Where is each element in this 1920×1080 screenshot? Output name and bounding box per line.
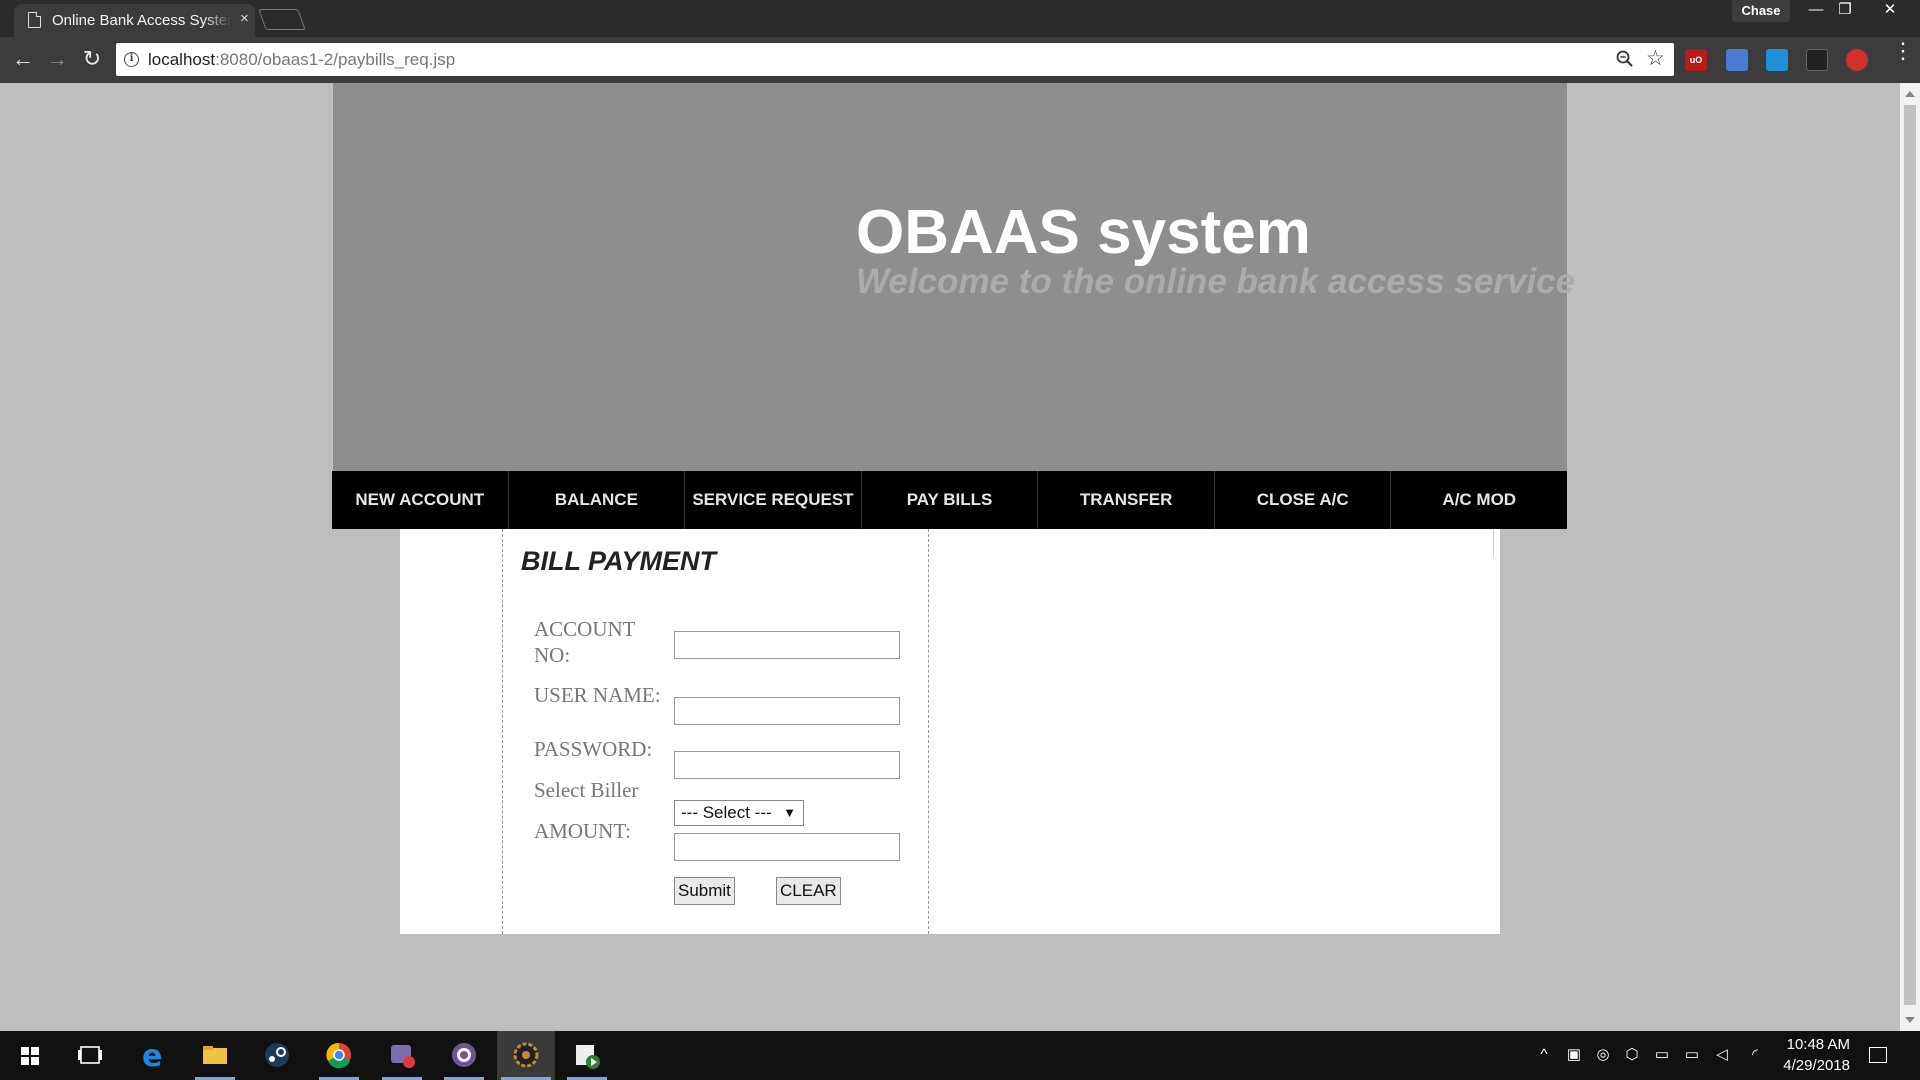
- file-explorer-icon[interactable]: [191, 1031, 239, 1080]
- password-input[interactable]: [674, 751, 900, 779]
- page-scrollbar[interactable]: [1900, 83, 1920, 1031]
- restore-icon[interactable]: ❐: [1828, 0, 1862, 22]
- profile-button[interactable]: Chase: [1732, 0, 1790, 22]
- show-hidden-icons-icon[interactable]: ^: [1534, 1045, 1554, 1065]
- nav-new-account[interactable]: NEW ACCOUNT: [332, 471, 509, 529]
- amount-input[interactable]: [674, 833, 900, 861]
- dropdown-caret-icon: ▼: [783, 805, 796, 820]
- info-icon[interactable]: i: [124, 52, 139, 67]
- browser-tab[interactable]: Online Bank Access System ×: [14, 4, 255, 37]
- edge-icon[interactable]: e: [129, 1031, 177, 1080]
- url-host: localhost: [148, 50, 216, 69]
- browser-toolbar: ← → ↻ i localhost:8080/obaas1-2/paybills…: [0, 37, 1920, 83]
- user-name-input[interactable]: [674, 697, 900, 725]
- zoom-icon[interactable]: [1616, 50, 1633, 67]
- main-navigation: NEW ACCOUNT BALANCE SERVICE REQUEST PAY …: [332, 471, 1567, 529]
- bill-payment-form: BILL PAYMENT ACCOUNT NO: USER NAME: PASS…: [502, 529, 929, 934]
- divider: [1493, 529, 1494, 557]
- nav-service-request[interactable]: SERVICE REQUEST: [685, 471, 862, 529]
- nav-balance[interactable]: BALANCE: [509, 471, 686, 529]
- chrome-icon[interactable]: [315, 1031, 363, 1080]
- site-tagline: Welcome to the online bank access servic…: [856, 262, 1576, 301]
- url-text[interactable]: localhost:8080/obaas1-2/paybills_req.jsp: [148, 50, 455, 70]
- tab-title: Online Bank Access System: [52, 12, 232, 29]
- network-icon[interactable]: ▭: [1652, 1045, 1672, 1065]
- github-icon[interactable]: [440, 1031, 488, 1080]
- forward-icon[interactable]: →: [44, 47, 70, 73]
- user-name-label: USER NAME:: [534, 683, 661, 707]
- browser-menu-icon[interactable]: ⋮: [1892, 40, 1914, 62]
- windows-taskbar: e ^ ▣ ◎ ⬡ ▭ ▭ ◁ ◜ 10:48 AM 4/29/2018: [0, 1031, 1920, 1080]
- settings-gear-icon[interactable]: [497, 1031, 555, 1080]
- nav-transfer[interactable]: TRANSFER: [1038, 471, 1215, 529]
- nav-ac-mod[interactable]: A/C MOD: [1391, 471, 1567, 529]
- biller-select[interactable]: --- Select --- ▼: [674, 800, 804, 826]
- extension-window-icon[interactable]: [1766, 49, 1788, 71]
- nav-close-ac[interactable]: CLOSE A/C: [1215, 471, 1392, 529]
- biller-selected-value: --- Select ---: [681, 803, 772, 822]
- svg-text:e: e: [142, 1039, 162, 1074]
- page-icon: [28, 12, 41, 28]
- select-biller-label: Select Biller: [534, 778, 639, 802]
- media-player-icon[interactable]: [563, 1031, 611, 1080]
- amount-label: AMOUNT:: [534, 819, 631, 843]
- reload-icon[interactable]: ↻: [79, 47, 105, 73]
- steam-icon[interactable]: [253, 1031, 301, 1080]
- scroll-down-icon[interactable]: [1905, 1017, 1915, 1023]
- content-area: BILL PAYMENT ACCOUNT NO: USER NAME: PASS…: [400, 529, 1500, 934]
- clock-time[interactable]: 10:48 AM: [1760, 1036, 1850, 1053]
- site-title: OBAAS system: [856, 198, 1311, 267]
- battery-icon[interactable]: ▭: [1682, 1045, 1702, 1065]
- clock-date[interactable]: 4/29/2018: [1760, 1057, 1850, 1074]
- tray-app-icon[interactable]: ▣: [1564, 1045, 1584, 1065]
- action-center-icon[interactable]: [1869, 1047, 1887, 1063]
- site-banner: OBAAS system Welcome to the online bank …: [333, 83, 1575, 471]
- new-tab-button[interactable]: [258, 9, 306, 30]
- scroll-thumb[interactable]: [1904, 105, 1916, 1005]
- scroll-up-icon[interactable]: [1905, 91, 1915, 97]
- page-viewport: OBAAS system Welcome to the online bank …: [0, 83, 1900, 1031]
- tab-close-icon[interactable]: ×: [240, 10, 249, 27]
- window-close-icon[interactable]: ✕: [1873, 0, 1907, 22]
- extension-qr-icon[interactable]: [1806, 49, 1828, 71]
- start-icon[interactable]: [6, 1031, 54, 1080]
- account-no-label: ACCOUNT NO:: [534, 617, 636, 667]
- ublock-icon[interactable]: uO: [1685, 49, 1707, 71]
- browser-tab-strip: Online Bank Access System × Chase — ❐ ✕: [0, 0, 1920, 37]
- back-icon[interactable]: ←: [10, 47, 36, 73]
- form-title: BILL PAYMENT: [521, 546, 716, 576]
- extension-blue-icon[interactable]: [1726, 49, 1748, 71]
- sync-icon[interactable]: ◎: [1593, 1045, 1613, 1065]
- password-label: PASSWORD:: [534, 737, 653, 761]
- account-no-input[interactable]: [674, 631, 900, 659]
- bookmark-star-icon[interactable]: ☆: [1646, 46, 1665, 71]
- clear-button[interactable]: CLEAR: [776, 877, 841, 905]
- submit-button[interactable]: Submit: [674, 877, 735, 905]
- url-path: :8080/obaas1-2/paybills_req.jsp: [215, 50, 456, 69]
- shield-icon[interactable]: ⬡: [1622, 1045, 1642, 1065]
- volume-muted-icon[interactable]: ◁: [1712, 1045, 1732, 1065]
- extension-red-icon[interactable]: [1846, 49, 1868, 71]
- address-bar[interactable]: i localhost:8080/obaas1-2/paybills_req.j…: [116, 43, 1674, 76]
- nav-pay-bills[interactable]: PAY BILLS: [862, 471, 1039, 529]
- task-view-icon[interactable]: [66, 1031, 114, 1080]
- screen-capture-icon[interactable]: [378, 1031, 426, 1080]
